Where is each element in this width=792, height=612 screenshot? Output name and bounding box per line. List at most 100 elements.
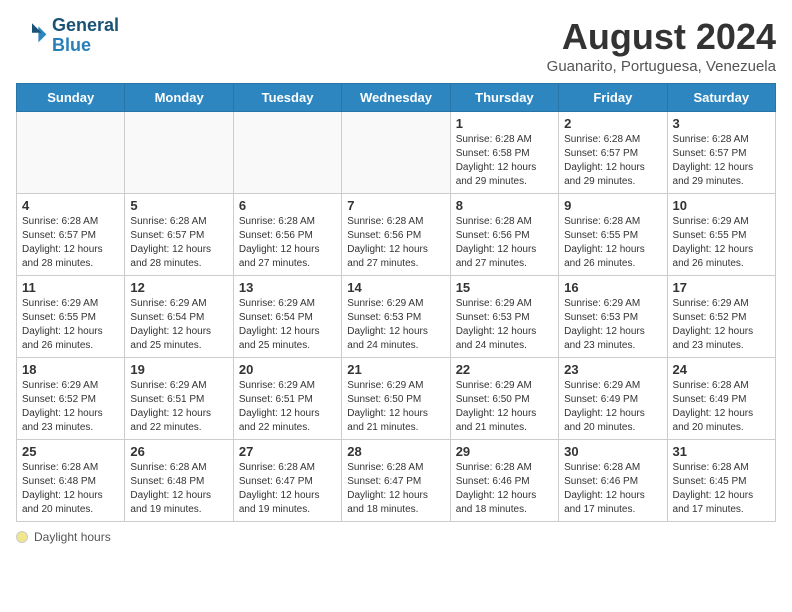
day-number: 12 [130, 280, 227, 295]
day-number: 10 [673, 198, 770, 213]
calendar-cell: 17 Sunrise: 6:29 AM Sunset: 6:52 PM Dayli… [667, 276, 775, 358]
day-info: Sunrise: 6:29 AM Sunset: 6:53 PM Dayligh… [347, 297, 444, 353]
calendar-cell: 13 Sunrise: 6:29 AM Sunset: 6:54 PM Dayli… [233, 276, 341, 358]
page-header: General Blue August 2024 Guanarito, Port… [16, 16, 776, 75]
calendar-cell: 15Sunrise: 6:29 AM Sunset: 6:53 PM Dayli… [450, 276, 558, 358]
day-header-saturday: Saturday [667, 84, 775, 112]
day-info: Sunrise: 6:28 AM Sunset: 6:57 PM Dayligh… [673, 133, 770, 189]
day-info: Sunrise: 6:28 AM Sunset: 6:57 PM Dayligh… [564, 133, 661, 189]
day-info: Sunrise: 6:29 AM Sunset: 6:54 PM Dayligh… [239, 297, 336, 353]
day-header-wednesday: Wednesday [342, 84, 450, 112]
day-info: Sunrise: 6:28 AM Sunset: 6:48 PM Dayligh… [130, 461, 227, 517]
day-number: 2 [564, 116, 661, 131]
day-number: 8 [456, 198, 553, 213]
day-info: Sunrise: 6:29 AM Sunset: 6:49 PM Dayligh… [564, 379, 661, 435]
calendar-cell: 6 Sunrise: 6:28 AM Sunset: 6:56 PM Daylig… [233, 194, 341, 276]
calendar-cell: 24 Sunrise: 6:28 AM Sunset: 6:49 PM Dayli… [667, 358, 775, 440]
day-number: 26 [130, 444, 227, 459]
calendar-cell: 27Sunrise: 6:28 AM Sunset: 6:47 PM Dayli… [233, 440, 341, 522]
calendar-header: SundayMondayTuesdayWednesdayThursdayFrid… [17, 84, 776, 112]
day-number: 6 [239, 198, 336, 213]
day-number: 4 [22, 198, 119, 213]
day-info: Sunrise: 6:29 AM Sunset: 6:52 PM Dayligh… [22, 379, 119, 435]
calendar-cell [125, 112, 233, 194]
calendar-cell: 20Sunrise: 6:29 AM Sunset: 6:51 PM Dayli… [233, 358, 341, 440]
calendar-cell: 30Sunrise: 6:28 AM Sunset: 6:46 PM Dayli… [559, 440, 667, 522]
logo: General Blue [16, 16, 119, 56]
calendar-cell: 23 Sunrise: 6:29 AM Sunset: 6:49 PM Dayli… [559, 358, 667, 440]
title-area: August 2024 Guanarito, Portuguesa, Venez… [547, 16, 776, 75]
calendar-cell: 9 Sunrise: 6:28 AM Sunset: 6:55 PM Daylig… [559, 194, 667, 276]
day-number: 27 [239, 444, 336, 459]
days-of-week-row: SundayMondayTuesdayWednesdayThursdayFrid… [17, 84, 776, 112]
calendar-cell: 21 Sunrise: 6:29 AM Sunset: 6:50 PM Dayli… [342, 358, 450, 440]
daylight-legend-item: Daylight hours [16, 530, 111, 544]
day-info: Sunrise: 6:28 AM Sunset: 6:56 PM Dayligh… [347, 215, 444, 271]
day-info: Sunrise: 6:28 AM Sunset: 6:57 PM Dayligh… [130, 215, 227, 271]
day-info: Sunrise: 6:29 AM Sunset: 6:51 PM Dayligh… [130, 379, 227, 435]
day-number: 15 [456, 280, 553, 295]
day-number: 20 [239, 362, 336, 377]
day-info: Sunrise: 6:29 AM Sunset: 6:50 PM Dayligh… [456, 379, 553, 435]
day-info: Sunrise: 6:28 AM Sunset: 6:58 PM Dayligh… [456, 133, 553, 189]
day-info: Sunrise: 6:28 AM Sunset: 6:55 PM Dayligh… [564, 215, 661, 271]
calendar-body: 1 Sunrise: 6:28 AM Sunset: 6:58 PM Daylig… [17, 112, 776, 522]
day-number: 18 [22, 362, 119, 377]
daylight-label: Daylight hours [34, 530, 111, 544]
location-subtitle: Guanarito, Portuguesa, Venezuela [547, 58, 776, 75]
day-number: 24 [673, 362, 770, 377]
calendar-cell [342, 112, 450, 194]
logo-text: General Blue [52, 16, 119, 56]
day-info: Sunrise: 6:29 AM Sunset: 6:55 PM Dayligh… [673, 215, 770, 271]
calendar-cell: 12Sunrise: 6:29 AM Sunset: 6:54 PM Dayli… [125, 276, 233, 358]
calendar-cell: 8 Sunrise: 6:28 AM Sunset: 6:56 PM Daylig… [450, 194, 558, 276]
day-info: Sunrise: 6:28 AM Sunset: 6:45 PM Dayligh… [673, 461, 770, 517]
calendar-week-2: 4 Sunrise: 6:28 AM Sunset: 6:57 PM Daylig… [17, 194, 776, 276]
calendar-cell: 22 Sunrise: 6:29 AM Sunset: 6:50 PM Dayli… [450, 358, 558, 440]
calendar-cell [17, 112, 125, 194]
calendar-week-1: 1 Sunrise: 6:28 AM Sunset: 6:58 PM Daylig… [17, 112, 776, 194]
logo-icon [16, 20, 48, 52]
day-info: Sunrise: 6:29 AM Sunset: 6:55 PM Dayligh… [22, 297, 119, 353]
day-number: 5 [130, 198, 227, 213]
calendar-cell: 1 Sunrise: 6:28 AM Sunset: 6:58 PM Daylig… [450, 112, 558, 194]
day-info: Sunrise: 6:29 AM Sunset: 6:50 PM Dayligh… [347, 379, 444, 435]
day-info: Sunrise: 6:28 AM Sunset: 6:56 PM Dayligh… [456, 215, 553, 271]
calendar-cell: 11Sunrise: 6:29 AM Sunset: 6:55 PM Dayli… [17, 276, 125, 358]
day-info: Sunrise: 6:29 AM Sunset: 6:53 PM Dayligh… [564, 297, 661, 353]
day-info: Sunrise: 6:28 AM Sunset: 6:48 PM Dayligh… [22, 461, 119, 517]
calendar-cell: 7 Sunrise: 6:28 AM Sunset: 6:56 PM Daylig… [342, 194, 450, 276]
day-number: 13 [239, 280, 336, 295]
day-info: Sunrise: 6:28 AM Sunset: 6:49 PM Dayligh… [673, 379, 770, 435]
calendar-cell: 16 Sunrise: 6:29 AM Sunset: 6:53 PM Dayli… [559, 276, 667, 358]
day-number: 23 [564, 362, 661, 377]
day-number: 31 [673, 444, 770, 459]
calendar-week-5: 25Sunrise: 6:28 AM Sunset: 6:48 PM Dayli… [17, 440, 776, 522]
day-number: 19 [130, 362, 227, 377]
day-number: 29 [456, 444, 553, 459]
calendar-week-4: 18 Sunrise: 6:29 AM Sunset: 6:52 PM Dayli… [17, 358, 776, 440]
day-number: 17 [673, 280, 770, 295]
day-header-tuesday: Tuesday [233, 84, 341, 112]
calendar-cell: 2 Sunrise: 6:28 AM Sunset: 6:57 PM Daylig… [559, 112, 667, 194]
day-info: Sunrise: 6:28 AM Sunset: 6:46 PM Dayligh… [564, 461, 661, 517]
calendar-cell: 25Sunrise: 6:28 AM Sunset: 6:48 PM Dayli… [17, 440, 125, 522]
daylight-dot [16, 531, 28, 543]
day-number: 21 [347, 362, 444, 377]
day-number: 16 [564, 280, 661, 295]
day-info: Sunrise: 6:29 AM Sunset: 6:52 PM Dayligh… [673, 297, 770, 353]
calendar-cell: 4 Sunrise: 6:28 AM Sunset: 6:57 PM Daylig… [17, 194, 125, 276]
day-number: 7 [347, 198, 444, 213]
day-info: Sunrise: 6:28 AM Sunset: 6:47 PM Dayligh… [347, 461, 444, 517]
calendar-cell: 10 Sunrise: 6:29 AM Sunset: 6:55 PM Dayli… [667, 194, 775, 276]
day-info: Sunrise: 6:28 AM Sunset: 6:57 PM Dayligh… [22, 215, 119, 271]
calendar-week-3: 11Sunrise: 6:29 AM Sunset: 6:55 PM Dayli… [17, 276, 776, 358]
day-number: 9 [564, 198, 661, 213]
day-number: 22 [456, 362, 553, 377]
day-number: 14 [347, 280, 444, 295]
day-info: Sunrise: 6:28 AM Sunset: 6:56 PM Dayligh… [239, 215, 336, 271]
day-number: 28 [347, 444, 444, 459]
day-number: 1 [456, 116, 553, 131]
calendar-cell: 19 Sunrise: 6:29 AM Sunset: 6:51 PM Dayli… [125, 358, 233, 440]
day-header-thursday: Thursday [450, 84, 558, 112]
